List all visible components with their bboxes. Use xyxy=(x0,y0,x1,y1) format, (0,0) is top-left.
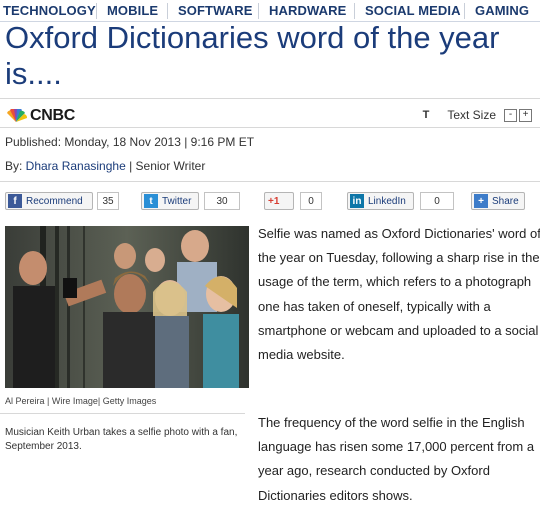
top-nav: TECHNOLOGY MOBILE SOFTWARE HARDWARE SOCI… xyxy=(0,0,540,22)
author-role: | Senior Writer xyxy=(125,159,206,173)
nav-divider xyxy=(464,3,465,19)
linkedin-count: 0 xyxy=(420,192,454,210)
nav-item-software[interactable]: SOFTWARE xyxy=(178,0,252,21)
facebook-label: Recommend xyxy=(26,195,83,207)
text-size-label: Text Size xyxy=(447,108,496,122)
byline: By: Dhara Ranasinghe | Senior Writer xyxy=(5,159,205,173)
linkedin-label: LinkedIn xyxy=(368,195,406,207)
nav-divider xyxy=(354,3,355,19)
facebook-icon: f xyxy=(8,194,22,208)
divider xyxy=(0,127,540,128)
google-plus-label: +1 xyxy=(268,195,280,207)
divider xyxy=(0,181,540,182)
peacock-icon xyxy=(7,109,27,122)
nav-divider xyxy=(96,3,97,19)
text-size-decrease-button[interactable]: - xyxy=(504,108,517,122)
share-label: Share xyxy=(492,195,519,207)
byline-prefix: By: xyxy=(5,159,26,173)
photo-caption: Musician Keith Urban takes a selfie phot… xyxy=(5,427,238,452)
nav-divider xyxy=(258,3,259,19)
text-size-icon: T xyxy=(422,109,430,121)
twitter-icon: t xyxy=(144,194,158,208)
article-paragraph: The frequency of the word selfie in the … xyxy=(258,415,535,503)
article-photo xyxy=(5,226,249,388)
published-date: Published: Monday, 18 Nov 2013 | 9:16 PM… xyxy=(5,135,255,149)
source-name: CNBC xyxy=(30,107,76,124)
article-paragraph: Selfie was named as Oxford Dictionaries'… xyxy=(258,226,540,363)
plus-icon: + xyxy=(474,194,488,208)
facebook-count: 35 xyxy=(97,192,119,210)
photo-credit: Al Pereira | Wire Image| Getty Images xyxy=(5,396,157,406)
nav-item-hardware[interactable]: HARDWARE xyxy=(269,0,346,21)
share-button[interactable]: + Share xyxy=(471,192,525,210)
linkedin-button[interactable]: in LinkedIn xyxy=(347,192,414,210)
divider xyxy=(0,413,245,414)
nav-item-technology[interactable]: TECHNOLOGY xyxy=(3,0,96,21)
nav-item-social-media[interactable]: SOCIAL MEDIA xyxy=(365,0,461,21)
twitter-count: 30 xyxy=(204,192,240,210)
google-plus-count: 0 xyxy=(300,192,322,210)
nav-item-mobile[interactable]: MOBILE xyxy=(107,0,158,21)
article-headline: Oxford Dictionaries word of the year is.… xyxy=(5,20,500,91)
author-link[interactable]: Dhara Ranasinghe xyxy=(26,159,126,173)
text-size-increase-button[interactable]: + xyxy=(519,108,532,122)
linkedin-icon: in xyxy=(350,194,364,208)
twitter-label: Twitter xyxy=(162,195,192,207)
twitter-button[interactable]: t Twitter xyxy=(141,192,199,210)
facebook-recommend-button[interactable]: f Recommend xyxy=(5,192,93,210)
divider xyxy=(0,98,540,99)
selfie-crowd-photo xyxy=(5,226,249,388)
nav-divider xyxy=(167,3,168,19)
nav-item-gaming[interactable]: GAMING xyxy=(475,0,529,21)
google-plus-button[interactable]: +1 xyxy=(264,192,294,210)
text-size-control: T Text Size - + xyxy=(423,106,532,124)
source-logo: CNBC xyxy=(5,106,75,126)
